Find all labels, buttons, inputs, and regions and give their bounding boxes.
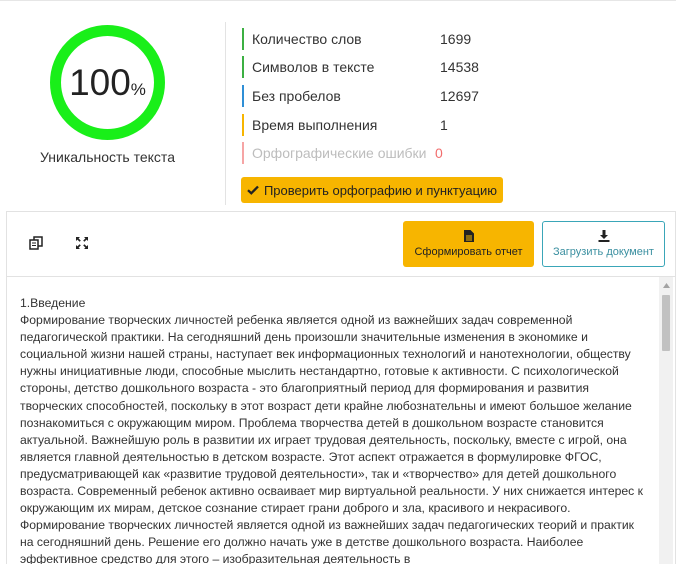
generate-report-label: Сформировать отчет (414, 246, 523, 258)
download-icon (598, 230, 609, 242)
stat-value: 1 (440, 117, 448, 133)
scroll-up-arrow-icon[interactable] (659, 279, 673, 291)
uniqueness-percent: 100% (49, 24, 166, 141)
top-divider (0, 0, 676, 1)
uniqueness-label: Уникальность текста (40, 149, 175, 165)
stat-label: Орфографические ошибки (252, 145, 427, 161)
upload-document-label: Загрузить документ (553, 246, 654, 258)
stat-value: 14538 (440, 59, 479, 75)
check-spelling-button[interactable]: Проверить орфографию и пунктуацию (241, 177, 503, 203)
stat-bar (242, 85, 244, 107)
generate-report-button[interactable]: Сформировать отчет (403, 221, 534, 267)
stat-label: Количество слов (252, 31, 362, 47)
document-text: 1.Введение Формирование творческих лично… (20, 295, 647, 564)
vertical-divider (225, 22, 226, 205)
stat-value: 12697 (440, 88, 479, 104)
uniqueness-gauge: 100% (49, 24, 166, 141)
stat-bar (242, 28, 244, 50)
uniqueness-percent-sign: % (130, 79, 146, 99)
copy-icon[interactable] (27, 234, 45, 252)
scrollbar-thumb[interactable] (662, 295, 670, 351)
stat-bar (242, 56, 244, 78)
text-paragraph: Формирование творческих личностей ребенк… (20, 313, 643, 564)
stat-value: 0 (435, 145, 443, 161)
document-icon (463, 230, 474, 242)
text-paragraph: 1.Введение (20, 296, 86, 310)
expand-icon[interactable] (73, 234, 91, 252)
document-text-area[interactable]: 1.Введение Формирование творческих лично… (7, 277, 675, 564)
stat-label: Без пробелов (252, 88, 341, 104)
editor-panel: Сформировать отчет Загрузить документ 1.… (6, 211, 676, 564)
stat-label: Символов в тексте (252, 59, 375, 75)
stat-value: 1699 (440, 31, 472, 47)
check-spelling-label: Проверить орфографию и пунктуацию (263, 182, 498, 198)
stat-label: Время выполнения (252, 117, 378, 133)
stat-bar (242, 142, 244, 164)
uniqueness-number: 100 (69, 61, 131, 103)
checkmark-icon (247, 185, 259, 195)
upload-document-button[interactable]: Загрузить документ (542, 221, 665, 267)
editor-toolbar: Сформировать отчет Загрузить документ (7, 212, 675, 277)
stat-bar (242, 114, 244, 136)
vertical-scrollbar[interactable] (659, 277, 673, 564)
